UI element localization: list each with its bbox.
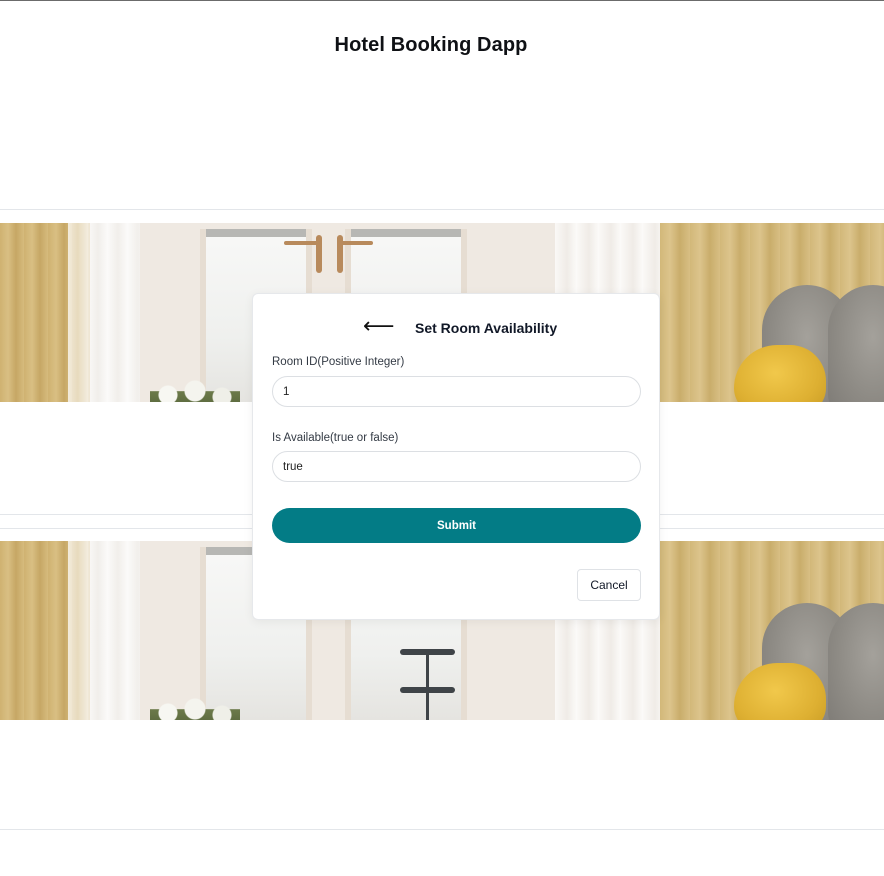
is-available-input[interactable] [272, 451, 641, 482]
divider [0, 829, 884, 830]
cancel-button[interactable]: Cancel [577, 569, 641, 601]
modal-title: Set Room Availability [415, 320, 558, 336]
room-id-label: Room ID(Positive Integer) [272, 356, 405, 368]
app-title: Hotel Booking Dapp [334, 34, 528, 56]
room-id-input[interactable] [272, 376, 641, 407]
top-rule [0, 0, 884, 1]
submit-button[interactable]: Submit [272, 508, 641, 543]
arrow-left-icon[interactable]: ⟵ [363, 316, 395, 338]
divider [0, 209, 884, 210]
set-availability-modal: ⟵ Set Room Availability Room ID(Positive… [252, 293, 660, 620]
is-available-label: Is Available(true or false) [272, 432, 399, 444]
page: Hotel Booking Dapp ⟵ Set Room Availabili… [0, 0, 884, 876]
